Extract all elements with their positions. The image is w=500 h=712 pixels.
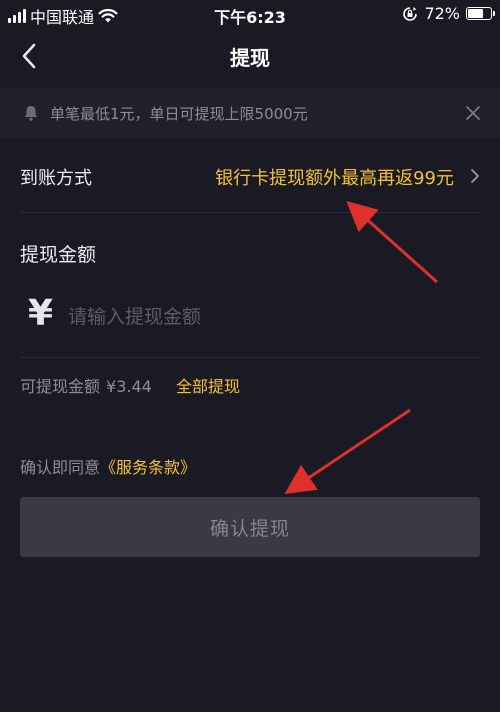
close-icon[interactable] [464, 104, 482, 122]
agreement-text: 确认即同意《服务条款》 [20, 454, 196, 478]
rotation-lock-icon [403, 6, 418, 21]
currency-symbol: ¥ [28, 293, 54, 334]
nav-bar: 提现 [0, 30, 500, 82]
payout-method-label: 到账方式 [20, 168, 92, 189]
available-label: 可提现金额 [20, 377, 101, 396]
terms-link[interactable]: 《服务条款》 [100, 458, 196, 477]
bell-icon [24, 106, 38, 121]
confirm-withdraw-button[interactable]: 确认提现 [20, 497, 480, 557]
payout-method-promo: 银行卡提现额外最高再返99元 [215, 168, 454, 189]
battery-fill [468, 9, 483, 18]
withdraw-page: 中国联通 下午6:23 72% 提现 单笔最低1元，单日可提现上限5000元 到… [0, 0, 500, 712]
available-value: ¥3.44 [106, 377, 152, 396]
battery-percent: 72% [424, 4, 460, 23]
annotation-arrow-top [346, 201, 438, 284]
page-title: 提现 [230, 46, 270, 70]
chevron-right-icon [471, 169, 479, 183]
agreement-prefix: 确认即同意 [20, 458, 101, 477]
payout-method-row[interactable]: 到账方式 银行卡提现额外最高再返99元 [0, 140, 500, 212]
status-right: 72% [402, 4, 495, 23]
status-bar: 中国联通 下午6:23 72% [0, 0, 500, 28]
battery-icon [466, 7, 495, 20]
available-amount: 可提现金额 ¥3.44 [20, 373, 152, 397]
amount-label: 提现金额 [20, 244, 97, 266]
amount-input[interactable] [68, 300, 468, 334]
annotation-arrow-bottom [284, 408, 411, 495]
divider [20, 357, 480, 358]
withdraw-all-link[interactable]: 全部提现 [176, 373, 240, 397]
divider [20, 212, 480, 213]
notice-banner: 单笔最低1元，单日可提现上限5000元 [0, 88, 500, 138]
notice-text: 单笔最低1元，单日可提现上限5000元 [50, 105, 308, 123]
